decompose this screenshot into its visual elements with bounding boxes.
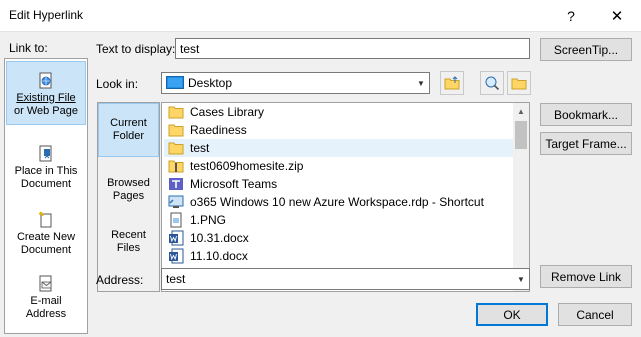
help-button[interactable]: ?: [548, 0, 594, 31]
address-label: Address:: [96, 273, 144, 287]
text-to-display-input[interactable]: [175, 38, 530, 59]
rdp-shortcut-icon: [168, 195, 184, 208]
file-name: Microsoft Teams: [190, 177, 278, 191]
sidenav-recent-files[interactable]: Recent Files: [98, 215, 159, 269]
target-frame-button[interactable]: Target Frame...: [540, 132, 632, 155]
look-in-value: Desktop: [188, 76, 233, 90]
file-name: Cases Library: [190, 105, 265, 119]
file-row[interactable]: test: [164, 139, 514, 157]
image-file-icon: [170, 212, 182, 228]
file-name: 11.10.docx: [190, 249, 248, 263]
word-document-icon: [169, 248, 184, 264]
link-to-email-address[interactable]: E-mail Address: [6, 271, 86, 335]
link-to-email-line1: E-mail: [30, 295, 62, 307]
folder-icon: [168, 106, 184, 119]
link-to-create-line1: Create New: [16, 231, 76, 243]
file-row[interactable]: Microsoft Teams: [164, 175, 514, 193]
link-to-existing-line1: Existing File: [16, 92, 76, 104]
file-row[interactable]: 10.31.docx: [164, 229, 514, 247]
link-to-email-line2: Address: [25, 308, 67, 320]
address-combobox[interactable]: test ▼: [161, 268, 530, 290]
file-row[interactable]: Raediness: [164, 121, 514, 139]
file-list: Cases Library Raediness test test0609hom…: [161, 102, 530, 292]
current-folder-line1: Current: [110, 117, 147, 129]
scroll-up-icon[interactable]: ▲: [513, 103, 529, 119]
title-bar: Edit Hyperlink ? ✕: [0, 0, 641, 31]
sidenav-current-folder[interactable]: Current Folder: [98, 103, 159, 157]
recent-files-line1: Recent: [111, 229, 146, 241]
file-name: o365 Windows 10 new Azure Workspace.rdp …: [190, 195, 484, 209]
link-to-place-line2: Document: [20, 178, 72, 190]
folder-icon: [168, 142, 184, 155]
ok-button[interactable]: OK: [476, 303, 548, 326]
window-title: Edit Hyperlink: [9, 8, 84, 22]
scroll-thumb[interactable]: [515, 121, 527, 149]
address-value: test: [166, 272, 186, 286]
browse-file-button[interactable]: [507, 71, 531, 95]
file-row[interactable]: Cases Library: [164, 103, 514, 121]
new-document-icon: [39, 211, 52, 228]
file-name: Raediness: [190, 123, 247, 137]
browsed-pages-line2: Pages: [112, 190, 145, 202]
globe-search-icon: [485, 76, 500, 91]
browse-web-button[interactable]: [480, 71, 504, 95]
current-folder-line2: Folder: [112, 130, 145, 142]
link-to-create-line2: Document: [20, 244, 72, 256]
browsed-pages-line1: Browsed: [107, 177, 150, 189]
desktop-icon: [166, 76, 184, 89]
file-name: 1.PNG: [190, 213, 227, 227]
bookmark-button[interactable]: Bookmark...: [540, 103, 632, 126]
look-in-sidenav: Current Folder Browsed Pages Recent Files: [97, 102, 160, 292]
cancel-button[interactable]: Cancel: [558, 303, 632, 326]
chevron-down-icon[interactable]: ▼: [512, 269, 529, 289]
link-to-place-line1: Place in This: [14, 165, 78, 177]
file-name: 10.31.docx: [190, 231, 249, 245]
folder-icon: [168, 124, 184, 137]
screentip-button[interactable]: ScreenTip...: [540, 38, 632, 61]
file-row[interactable]: 11.10.docx: [164, 247, 514, 265]
link-to-create-new-document[interactable]: Create New Document: [6, 207, 86, 271]
document-bookmark-icon: [39, 145, 52, 162]
file-row[interactable]: test0609homesite.zip: [164, 157, 514, 175]
link-to-panel: Existing File or Web Page Place in This …: [4, 58, 88, 334]
close-button[interactable]: ✕: [594, 0, 640, 31]
chevron-down-icon[interactable]: ▼: [412, 73, 429, 93]
dialog-body: Link to: Existing File or Web Page Place…: [0, 31, 641, 337]
email-icon: [39, 275, 52, 292]
text-to-display-label: Text to display:: [96, 42, 176, 56]
look-in-dropdown[interactable]: Desktop ▼: [161, 72, 430, 94]
zip-file-icon: [168, 160, 184, 173]
link-to-label: Link to:: [9, 41, 48, 55]
link-to-existing-line2: or Web Page: [13, 105, 78, 117]
word-document-icon: [169, 230, 184, 246]
file-list-scrollbar[interactable]: ▲ ▼: [513, 103, 529, 291]
file-name: test0609homesite.zip: [190, 159, 304, 173]
folder-up-icon: [444, 76, 460, 90]
folder-open-icon: [511, 78, 527, 90]
sidenav-browsed-pages[interactable]: Browsed Pages: [98, 163, 159, 217]
recent-files-line2: Files: [116, 242, 141, 254]
up-folder-button[interactable]: [440, 71, 464, 95]
file-row[interactable]: 1.PNG: [164, 211, 514, 229]
teams-icon: [169, 178, 183, 190]
file-row[interactable]: o365 Windows 10 new Azure Workspace.rdp …: [164, 193, 514, 211]
look-in-label: Look in:: [96, 77, 139, 91]
link-to-place-in-document[interactable]: Place in This Document: [6, 143, 86, 207]
remove-link-button[interactable]: Remove Link: [540, 265, 632, 288]
file-name: test: [190, 141, 210, 155]
globe-document-icon: [39, 72, 52, 89]
link-to-existing-file[interactable]: Existing File or Web Page: [6, 61, 86, 125]
